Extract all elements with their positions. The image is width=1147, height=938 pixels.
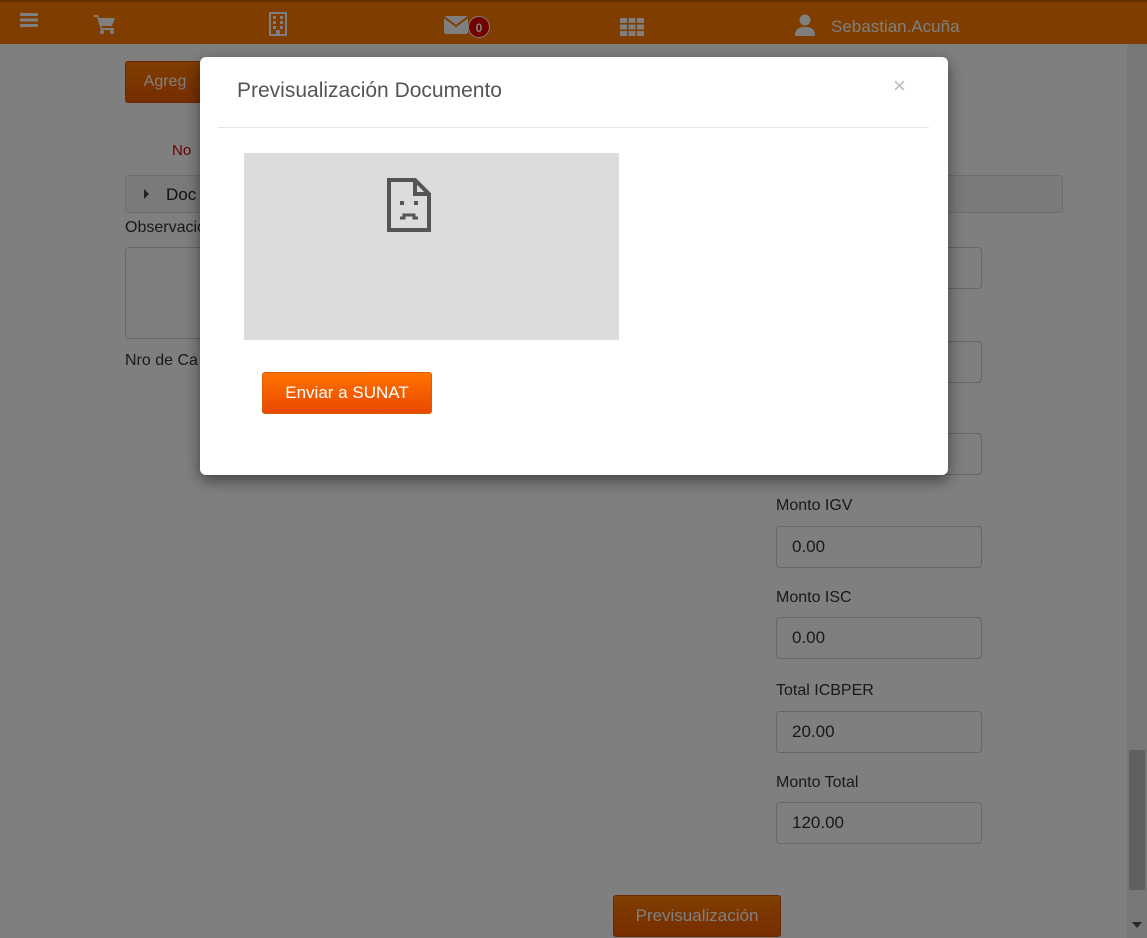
- modal-title: Previsualización Documento: [237, 79, 502, 102]
- document-preview-frame: [244, 153, 619, 340]
- broken-document-icon: [386, 177, 432, 238]
- send-sunat-label: Enviar a SUNAT: [285, 383, 409, 402]
- preview-modal: Previsualización Documento × Enviar a SU…: [200, 57, 948, 475]
- send-sunat-button[interactable]: Enviar a SUNAT: [262, 372, 432, 414]
- modal-divider: [218, 127, 929, 128]
- close-icon[interactable]: ×: [893, 75, 906, 97]
